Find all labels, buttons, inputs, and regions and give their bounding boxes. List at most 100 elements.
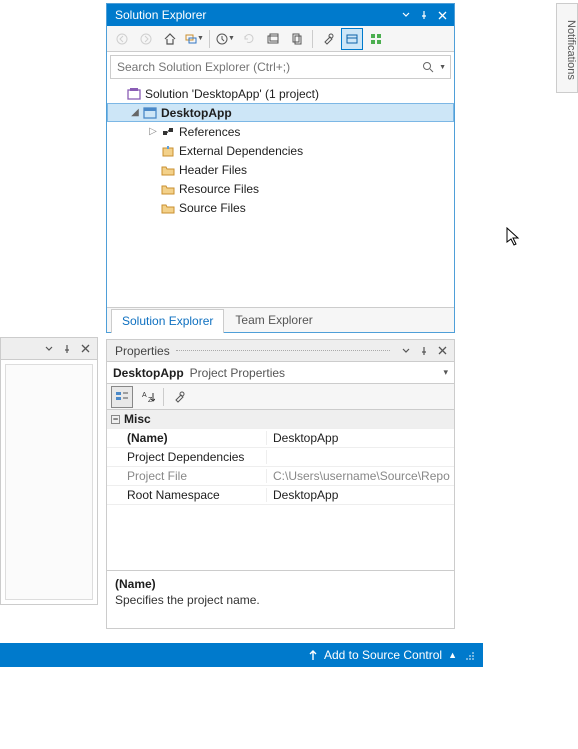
panel-tabs: Solution Explorer Team Explorer	[107, 308, 454, 332]
selected-object-name: DesktopApp	[113, 366, 184, 380]
add-to-source-control[interactable]: Add to Source Control ▲	[308, 648, 457, 662]
property-key: Project Dependencies	[107, 450, 267, 464]
view-button[interactable]	[365, 28, 387, 50]
property-description: (Name) Specifies the project name.	[107, 570, 454, 628]
properties-grid: −Misc (Name) DesktopApp Project Dependen…	[107, 410, 454, 570]
properties-panel: Properties DesktopApp Project Properties…	[106, 339, 455, 629]
preview-button[interactable]	[341, 28, 363, 50]
property-value[interactable]: DesktopApp	[267, 488, 454, 502]
solution-tree: Solution 'DesktopApp' (1 project) ◢ Desk…	[107, 82, 454, 308]
source-files-label: Source Files	[179, 201, 246, 215]
project-label: DesktopApp	[161, 106, 232, 120]
resize-grip-icon[interactable]	[463, 649, 475, 661]
property-row-file[interactable]: Project File C:\Users\username\Source\Re…	[107, 467, 454, 486]
forward-button	[135, 28, 157, 50]
solution-node[interactable]: Solution 'DesktopApp' (1 project)	[107, 84, 454, 103]
categorized-button[interactable]	[111, 386, 133, 408]
description-text: Specifies the project name.	[115, 593, 446, 607]
add-to-source-control-label: Add to Source Control	[324, 648, 442, 662]
folder-icon	[160, 200, 176, 216]
chevron-down-icon[interactable]: ▾	[443, 367, 448, 378]
pin-icon[interactable]	[416, 343, 432, 359]
dropdown-icon[interactable]	[41, 341, 57, 357]
pending-changes-button[interactable]: ▼	[214, 28, 236, 50]
external-deps-icon	[160, 143, 176, 159]
references-node[interactable]: ▷ References	[107, 122, 454, 141]
references-label: References	[179, 125, 240, 139]
property-key: (Name)	[107, 431, 267, 445]
properties-object-selector[interactable]: DesktopApp Project Properties ▾	[107, 362, 454, 384]
description-name: (Name)	[115, 577, 446, 591]
search-bar[interactable]: ▼	[110, 55, 451, 79]
alphabetical-button[interactable]: AZ	[137, 386, 159, 408]
scope-button[interactable]: ▼	[183, 28, 205, 50]
minus-icon[interactable]: −	[111, 415, 120, 424]
solution-explorer-titlebar[interactable]: Solution Explorer	[107, 4, 454, 26]
folder-icon	[160, 162, 176, 178]
property-row-name[interactable]: (Name) DesktopApp	[107, 429, 454, 448]
dotted-grip	[176, 350, 390, 351]
properties-titlebar[interactable]: Properties	[107, 340, 454, 362]
category-row[interactable]: −Misc	[107, 410, 454, 429]
toolbar-separator	[312, 30, 313, 48]
search-icon[interactable]	[420, 61, 436, 73]
side-panel-body	[5, 364, 93, 600]
back-button	[111, 28, 133, 50]
solution-explorer-panel: Solution Explorer ▼ ▼ ▼ Solution 'Deskto…	[106, 3, 455, 333]
resource-files-label: Resource Files	[179, 182, 259, 196]
property-key: Root Namespace	[107, 488, 267, 502]
close-icon[interactable]	[77, 341, 93, 357]
resource-files-node[interactable]: Resource Files	[107, 179, 454, 198]
properties-button[interactable]	[317, 28, 339, 50]
properties-title: Properties	[115, 344, 170, 358]
property-key: Project File	[107, 469, 267, 483]
expand-icon[interactable]: ▷	[147, 126, 159, 137]
selected-object-type: Project Properties	[190, 366, 438, 380]
property-row-deps[interactable]: Project Dependencies	[107, 448, 454, 467]
solution-explorer-title: Solution Explorer	[115, 8, 396, 22]
publish-icon	[308, 649, 318, 661]
collapse-all-button[interactable]	[262, 28, 284, 50]
pin-icon[interactable]	[59, 341, 75, 357]
status-bar: Add to Source Control ▲	[0, 643, 483, 667]
close-icon[interactable]	[434, 7, 450, 23]
chevron-up-icon: ▲	[448, 650, 457, 660]
tab-team-explorer[interactable]: Team Explorer	[224, 308, 323, 332]
solution-explorer-toolbar: ▼ ▼	[107, 26, 454, 52]
folder-icon	[160, 181, 176, 197]
side-panel	[0, 337, 98, 605]
references-icon	[160, 124, 176, 140]
external-deps-node[interactable]: External Dependencies	[107, 141, 454, 160]
external-deps-label: External Dependencies	[179, 144, 303, 158]
source-files-node[interactable]: Source Files	[107, 198, 454, 217]
category-label: Misc	[124, 412, 151, 426]
show-all-files-button[interactable]	[286, 28, 308, 50]
notifications-tab[interactable]: Notifications	[556, 3, 578, 93]
dropdown-icon[interactable]	[398, 343, 414, 359]
header-files-label: Header Files	[179, 163, 247, 177]
close-icon[interactable]	[434, 343, 450, 359]
home-button[interactable]	[159, 28, 181, 50]
search-dropdown-icon[interactable]: ▼	[439, 64, 446, 71]
svg-text:A: A	[142, 392, 147, 399]
solution-label: Solution 'DesktopApp' (1 project)	[145, 87, 319, 101]
dropdown-icon[interactable]	[398, 7, 414, 23]
tab-solution-explorer[interactable]: Solution Explorer	[111, 309, 224, 333]
toolbar-separator	[163, 388, 164, 406]
pin-icon[interactable]	[416, 7, 432, 23]
property-row-namespace[interactable]: Root Namespace DesktopApp	[107, 486, 454, 505]
side-panel-titlebar[interactable]	[1, 338, 97, 360]
project-icon	[142, 105, 158, 121]
sync-button	[238, 28, 260, 50]
toolbar-separator	[209, 30, 210, 48]
solution-icon	[126, 86, 142, 102]
collapse-icon[interactable]: ◢	[129, 107, 141, 118]
search-input[interactable]	[117, 60, 420, 74]
project-node[interactable]: ◢ DesktopApp	[107, 103, 454, 122]
mouse-cursor-icon	[506, 227, 522, 247]
header-files-node[interactable]: Header Files	[107, 160, 454, 179]
property-value: C:\Users\username\Source\Repo	[267, 469, 454, 483]
properties-toolbar: AZ	[107, 384, 454, 410]
property-pages-button[interactable]	[168, 386, 190, 408]
property-value[interactable]: DesktopApp	[267, 431, 454, 445]
